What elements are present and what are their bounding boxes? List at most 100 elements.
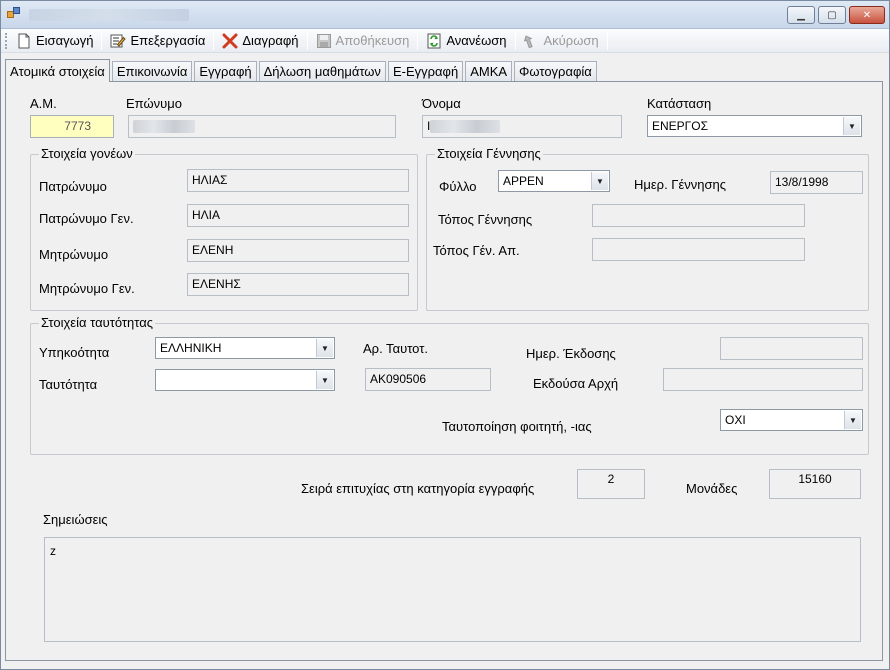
dropdown-arrow-icon: ▼ (316, 371, 333, 389)
id-number-field[interactable]: ΑΚ090506 (365, 368, 491, 391)
tab-registration[interactable]: Εγγραφή (194, 61, 257, 81)
status-label: Κατάσταση (647, 96, 712, 111)
father-genitive-label: Πατρώνυμο Γεν. (39, 211, 134, 226)
mother-genitive-label: Μητρώνυμο Γεν. (39, 281, 135, 296)
points-field[interactable]: 15160 (769, 469, 861, 499)
father-genitive-field[interactable]: ΗΛΙΑ (187, 204, 409, 227)
parents-group: Στοιχεία γονέων Πατρώνυμο ΗΛΙΑΣ Πατρώνυμ… (30, 146, 418, 311)
birth-date-field[interactable]: 13/8/1998 (770, 171, 863, 194)
issue-date-label: Ημερ. Έκδοσης (526, 346, 616, 361)
parents-group-title: Στοιχεία γονέων (39, 146, 135, 161)
toolbar-separator (606, 31, 608, 50)
rank-field[interactable]: 2 (577, 469, 645, 499)
gender-dropdown[interactable]: ΑΡΡΕΝ ▼ (498, 170, 610, 192)
name-field[interactable]: Ι (422, 115, 622, 138)
toolbar-separator (514, 31, 516, 50)
personal-details-panel: Α.Μ. 7773 Επώνυμο Όνομα Ι Κατάσταση ΕΝΕΡ… (5, 81, 883, 661)
surname-redacted (133, 120, 195, 134)
status-value: ΕΝΕΡΓΟΣ (652, 119, 709, 133)
toolbar-separator (306, 31, 308, 50)
rank-label: Σειρά επιτυχίας στη κατηγορία εγγραφής (301, 481, 535, 496)
delete-label: Διαγραφή (242, 33, 299, 48)
insert-button[interactable]: Εισαγωγή (12, 31, 97, 51)
save-disk-icon (316, 33, 332, 49)
notes-label: Σημειώσεις (43, 512, 108, 527)
father-field[interactable]: ΗΛΙΑΣ (187, 169, 409, 192)
toolbar-separator (417, 31, 419, 50)
toolbar: Εισαγωγή Επεξεργασία Διαγραφή Αποθήκευση (1, 29, 889, 53)
app-icon (7, 7, 21, 21)
dropdown-arrow-icon: ▼ (843, 117, 860, 135)
refresh-icon (426, 33, 442, 49)
tab-course-declaration[interactable]: Δήλωση μαθημάτων (258, 61, 386, 81)
dropdown-arrow-icon: ▼ (591, 172, 608, 190)
title-bar: ▁ ▢ ✕ (1, 1, 889, 29)
cancel-label: Ακύρωση (543, 33, 599, 48)
save-label: Αποθήκευση (335, 33, 410, 48)
window-title-redacted (29, 9, 189, 21)
birth-place-genitive-label: Τόπος Γέν. Απ. (433, 243, 520, 258)
points-label: Μονάδες (686, 481, 738, 496)
issuing-authority-field[interactable] (663, 368, 863, 391)
am-label: Α.Μ. (30, 96, 57, 111)
birth-place-field[interactable] (592, 204, 805, 227)
refresh-label: Ανανέωση (446, 33, 507, 48)
insert-label: Εισαγωγή (36, 33, 94, 48)
identity-verified-label: Ταυτοποίηση φοιτητή, -ιας (442, 419, 592, 434)
new-document-icon (16, 33, 32, 49)
save-button[interactable]: Αποθήκευση (312, 31, 414, 51)
delete-button[interactable]: Διαγραφή (218, 31, 302, 51)
id-number-label: Αρ. Ταυτοτ. (363, 341, 428, 356)
edit-document-icon (110, 33, 127, 49)
issuing-authority-label: Εκδούσα Αρχή (533, 376, 619, 391)
toolbar-separator (101, 31, 103, 50)
am-field[interactable]: 7773 (30, 115, 114, 138)
dropdown-arrow-icon: ▼ (844, 411, 861, 429)
citizenship-label: Υπηκοότητα (39, 345, 110, 360)
citizenship-value: ΕΛΛΗΝΙΚΗ (160, 341, 222, 355)
name-label: Όνομα (422, 96, 461, 111)
gender-value: ΑΡΡΕΝ (503, 174, 544, 188)
surname-field[interactable] (128, 115, 396, 138)
citizenship-dropdown[interactable]: ΕΛΛΗΝΙΚΗ ▼ (155, 337, 335, 359)
birth-place-label: Τόπος Γέννησης (438, 212, 533, 227)
status-dropdown[interactable]: ΕΝΕΡΓΟΣ ▼ (647, 115, 862, 137)
birth-place-genitive-field[interactable] (592, 238, 805, 261)
close-button[interactable]: ✕ (849, 6, 885, 24)
identity-group: Στοιχεία ταυτότητας Υπηκοότητα ΕΛΛΗΝΙΚΗ … (30, 315, 869, 455)
tab-e-registration[interactable]: Ε-Εγγραφή (387, 61, 464, 81)
identity-group-title: Στοιχεία ταυτότητας (39, 315, 155, 330)
tab-amka[interactable]: ΑΜΚΑ (465, 61, 513, 81)
tab-strip: Ατομικά στοιχεία Επικοινωνία Εγγραφή Δήλ… (5, 59, 599, 82)
toolbar-grip[interactable] (5, 32, 8, 49)
minimize-button[interactable]: ▁ (787, 6, 815, 24)
identity-verified-value: ΟΧΙ (725, 413, 746, 427)
undo-arrow-icon (523, 33, 540, 49)
delete-x-icon (222, 33, 238, 49)
gender-label: Φύλλο (439, 179, 477, 194)
name-redacted (430, 120, 501, 134)
application-window: ▁ ▢ ✕ Εισαγωγή Επεξεργασία Διαγραφή Αποθ… (0, 0, 890, 670)
toolbar-separator (213, 31, 215, 50)
birth-group: Στοιχεία Γέννησης Φύλλο ΑΡΡΕΝ ▼ Ημερ. Γέ… (426, 146, 869, 311)
edit-label: Επεξεργασία (130, 33, 206, 48)
id-type-label: Ταυτότητα (39, 377, 98, 392)
tab-contact[interactable]: Επικοινωνία (111, 61, 193, 81)
birth-date-label: Ημερ. Γέννησης (634, 177, 726, 192)
mother-genitive-field[interactable]: ΕΛΕΝΗΣ (187, 273, 409, 296)
id-type-dropdown[interactable]: ▼ (155, 369, 335, 391)
surname-label: Επώνυμο (126, 96, 182, 111)
dropdown-arrow-icon: ▼ (316, 339, 333, 357)
tab-photo[interactable]: Φωτογραφία (514, 61, 597, 81)
notes-textarea[interactable]: z (44, 537, 861, 642)
father-label: Πατρώνυμο (39, 179, 107, 194)
cancel-button[interactable]: Ακύρωση (520, 31, 603, 51)
mother-label: Μητρώνυμο (39, 247, 109, 262)
tab-personal-details[interactable]: Ατομικά στοιχεία (5, 59, 110, 82)
maximize-button[interactable]: ▢ (818, 6, 846, 24)
refresh-button[interactable]: Ανανέωση (422, 31, 510, 51)
issue-date-field[interactable] (720, 337, 863, 360)
mother-field[interactable]: ΕΛΕΝΗ (187, 239, 409, 262)
edit-button[interactable]: Επεξεργασία (106, 31, 209, 51)
identity-verified-dropdown[interactable]: ΟΧΙ ▼ (720, 409, 863, 431)
